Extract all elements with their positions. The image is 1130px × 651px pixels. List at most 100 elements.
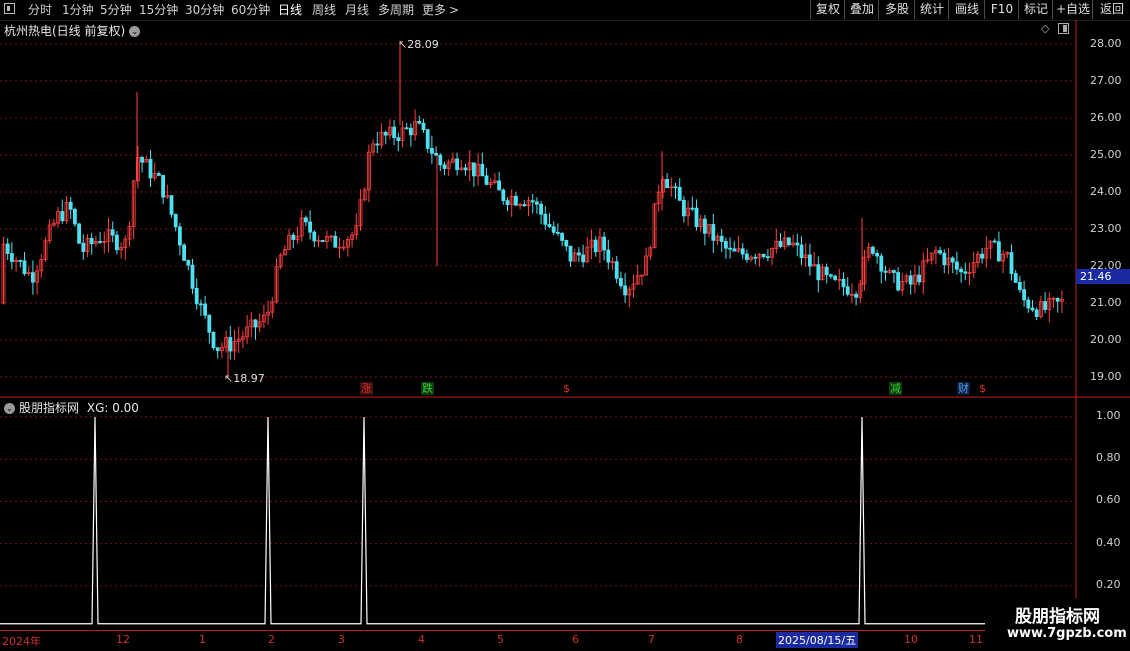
tab-monthly[interactable]: 月线 (345, 1, 369, 19)
window-icon[interactable] (4, 3, 15, 14)
tab-60min[interactable]: 60分钟 (231, 1, 270, 19)
candle-body (896, 272, 900, 291)
candle-body (211, 331, 216, 349)
candle-body (942, 252, 947, 266)
candle-body (816, 264, 821, 281)
time-label: 5 (497, 633, 504, 646)
price-tick: 24.00 (1090, 185, 1122, 198)
high-price-label: ↖28.09 (398, 38, 439, 51)
indicator-chart[interactable] (0, 398, 1130, 630)
candle-body (396, 137, 401, 141)
time-label: 6 (572, 633, 579, 646)
stats-button[interactable]: 统计 (914, 0, 949, 19)
tab-more[interactable]: 更多 > (422, 1, 459, 19)
time-label: 3 (338, 633, 345, 646)
event-marker-dividend[interactable]: $ (562, 382, 571, 395)
candle-body (161, 175, 166, 198)
candle-body (514, 195, 518, 206)
tab-30min[interactable]: 30分钟 (185, 1, 224, 19)
candle-body (5, 243, 10, 254)
back-button[interactable]: 返回 (1092, 0, 1130, 19)
candle-body (169, 195, 174, 215)
candle-body (404, 127, 409, 130)
low-price-label: ↖18.97 (224, 372, 265, 385)
candle-body (207, 314, 212, 333)
time-label: 4 (418, 633, 425, 646)
time-label: 11 (969, 633, 983, 646)
candle-body (60, 211, 65, 222)
candle-body (682, 200, 686, 217)
candle-body (1013, 273, 1018, 283)
tab-1min[interactable]: 1分钟 (62, 1, 94, 19)
candlestick-chart[interactable] (0, 20, 1130, 398)
candle-body (694, 207, 699, 228)
tab-fenshi[interactable]: 分时 (28, 1, 52, 19)
candle-body (908, 275, 913, 285)
candle-body (1009, 252, 1014, 274)
candle-body (484, 175, 489, 185)
candle-body (522, 204, 527, 207)
mark-button[interactable]: 标记 (1018, 0, 1053, 19)
price-tick: 20.00 (1090, 333, 1122, 346)
event-marker-finance[interactable]: 财 (957, 382, 970, 395)
candle-body (203, 303, 208, 316)
candle-body (408, 127, 413, 136)
tab-multi-period[interactable]: 多周期 (378, 1, 414, 19)
candle-body (879, 255, 884, 272)
candle-body (728, 247, 732, 250)
candle-body (253, 319, 258, 328)
event-marker-reduce[interactable]: 减 (889, 382, 902, 395)
candle-body (140, 157, 145, 163)
candle-body (425, 129, 430, 149)
candle-body (463, 167, 468, 171)
candle-body (320, 239, 325, 242)
event-marker-rise[interactable]: 涨 (360, 382, 373, 395)
tab-daily[interactable]: 日线 (278, 1, 302, 19)
draw-line-button[interactable]: 画线 (948, 0, 985, 19)
candle-body (455, 158, 460, 170)
candle-body (177, 226, 182, 246)
candle-body (875, 252, 879, 257)
indicator-tick: 0.20 (1096, 578, 1121, 591)
candle-body (1043, 301, 1047, 310)
event-marker-fall[interactable]: 跌 (421, 382, 434, 395)
candle-body (799, 244, 804, 258)
indicator-tick: 0.60 (1096, 493, 1121, 506)
candle-body (73, 208, 77, 225)
tab-5min[interactable]: 5分钟 (100, 1, 132, 19)
time-label: 1 (199, 633, 206, 646)
candle-body (1030, 307, 1035, 311)
f10-button[interactable]: F10 (984, 0, 1019, 19)
candle-body (829, 274, 833, 277)
candle-body (614, 261, 619, 279)
candle-body (854, 293, 858, 298)
candle-body (375, 143, 380, 146)
candle-body (577, 252, 581, 256)
overlay-button[interactable]: 叠加 (844, 0, 879, 19)
event-marker-dividend[interactable]: $ (978, 382, 987, 395)
xg-signal-line (0, 416, 1062, 625)
candle-body (690, 207, 695, 210)
tab-weekly[interactable]: 周线 (312, 1, 336, 19)
multi-stock-button[interactable]: 多股 (878, 0, 915, 19)
candle-body (665, 179, 669, 189)
time-axis: 2024年 12 1 2 3 4 5 6 7 8 2025/08/15/五 10… (0, 630, 985, 651)
candle-body (992, 240, 997, 243)
candle-body (917, 274, 921, 283)
candle-body (312, 231, 317, 242)
candle-body (623, 285, 627, 296)
time-label: 2024年 (2, 635, 41, 648)
candle-body (77, 223, 81, 244)
candle-body (824, 266, 829, 276)
fuquan-button[interactable]: 复权 (810, 0, 845, 19)
candle-body (556, 231, 560, 234)
candle-body (543, 213, 548, 225)
add-watchlist-button[interactable]: +自选 (1052, 0, 1093, 19)
candle-body (1055, 297, 1060, 302)
chevron-right-icon: > (449, 3, 460, 17)
candle-body (333, 235, 338, 248)
tab-15min[interactable]: 15分钟 (139, 1, 178, 19)
current-price-tag: 21.46 (1076, 269, 1130, 284)
candle-body (115, 234, 119, 251)
candle-body (308, 221, 313, 233)
